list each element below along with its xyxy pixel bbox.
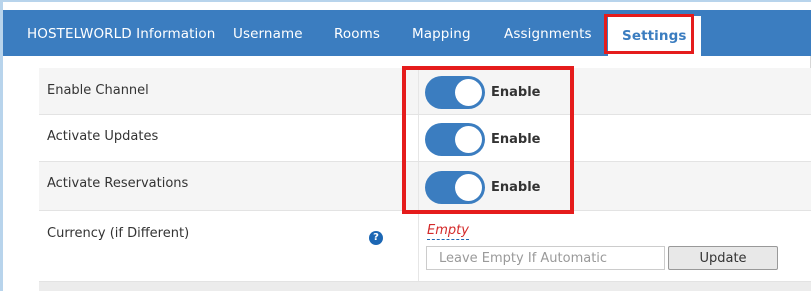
tab-mapping[interactable]: Mapping: [412, 10, 471, 56]
toggle-knob: [455, 174, 482, 201]
tab-rooms[interactable]: Rooms: [334, 10, 380, 56]
setting-label: Enable Channel: [47, 83, 149, 98]
question-circle-icon[interactable]: ?: [369, 231, 383, 245]
setting-label: Currency (if Different): [47, 226, 190, 241]
activate-updates-toggle[interactable]: [425, 123, 485, 156]
column-divider: [418, 115, 419, 161]
column-divider: [418, 211, 419, 281]
setting-label: Activate Reservations: [47, 176, 189, 191]
toggle-label: Enable: [491, 85, 541, 100]
toggle-label: Enable: [491, 180, 541, 195]
setting-row-currency: Currency (if Different) ? Empty Update: [39, 211, 811, 282]
settings-panel: Enable Channel Enable Activate Updates E…: [3, 56, 811, 291]
tab-assignments[interactable]: Assignments: [504, 10, 592, 56]
tab-bar: HOSTELWORLD Information Username Rooms M…: [3, 10, 811, 56]
column-divider: [418, 162, 419, 210]
setting-row-activate-reservations: Activate Reservations Enable: [39, 162, 811, 211]
currency-input[interactable]: [426, 246, 665, 270]
toggle-knob: [455, 126, 482, 153]
tab-hostelworld-information[interactable]: HOSTELWORLD Information: [27, 10, 215, 56]
tab-settings[interactable]: Settings: [608, 16, 701, 56]
column-divider: [418, 68, 419, 114]
toggle-label: Enable: [491, 132, 541, 147]
tab-username[interactable]: Username: [233, 10, 303, 56]
setting-row-enable-channel: Enable Channel Enable: [39, 68, 811, 115]
currency-editable-value[interactable]: Empty: [427, 223, 469, 240]
activate-reservations-toggle[interactable]: [425, 171, 485, 204]
setting-row-activate-updates: Activate Updates Enable: [39, 115, 811, 162]
table-bottom-strip: [39, 282, 811, 291]
setting-label: Activate Updates: [47, 129, 159, 144]
enable-channel-toggle[interactable]: [425, 76, 485, 109]
toggle-knob: [455, 79, 482, 106]
update-button[interactable]: Update: [668, 246, 778, 270]
